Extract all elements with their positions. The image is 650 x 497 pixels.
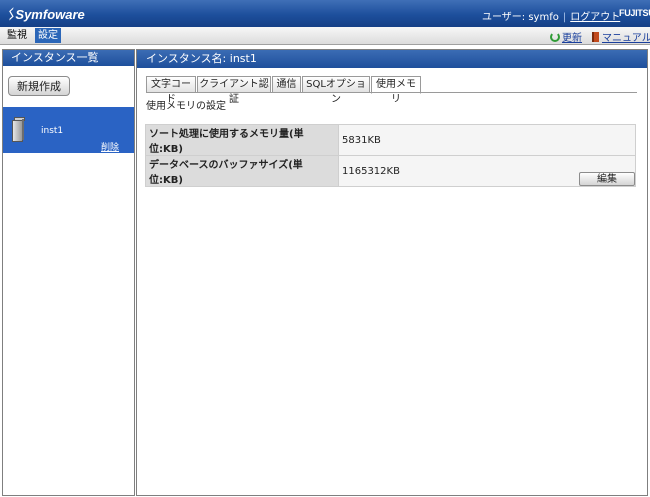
tab-communication[interactable]: 通信 — [272, 76, 301, 93]
menu-settings[interactable]: 設定 — [35, 28, 61, 43]
menu-monitor[interactable]: 監視 — [4, 28, 30, 43]
delete-instance-link[interactable]: 削除 — [101, 140, 119, 153]
refresh-icon — [550, 32, 560, 42]
logout-link[interactable]: ログアウト — [570, 12, 620, 23]
sort-memory-value: 5831KB — [338, 124, 636, 156]
instance-list-title: インスタンス一覧 — [3, 50, 134, 66]
section-title: 使用メモリの設定 — [146, 101, 226, 112]
table-row: データベースのバッファサイズ(単位:KB) 1165312KB — [145, 155, 636, 187]
memory-settings-table: ソート処理に使用するメモリ量(単位:KB) 5831KB データベースのバッファ… — [145, 124, 636, 187]
new-instance-button[interactable]: 新規作成 — [8, 76, 70, 96]
table-row: ソート処理に使用するメモリ量(単位:KB) 5831KB — [145, 124, 636, 156]
fujitsu-logo: FUJITSU — [619, 8, 650, 18]
tab-divider — [146, 92, 637, 93]
manual-link[interactable]: マニュアル — [592, 29, 650, 44]
tab-client-auth[interactable]: クライアント認証 — [197, 76, 271, 105]
menu-bar: 監視 設定 更新 マニュアル — [0, 27, 650, 45]
edit-button[interactable]: 編集 — [579, 172, 635, 186]
separator: | — [562, 12, 567, 23]
sort-memory-label: ソート処理に使用するメモリ量(単位:KB) — [145, 124, 339, 156]
instance-detail-panel: インスタンス名: inst1 文字コード クライアント認証 通信 SQLオプショ… — [136, 49, 648, 496]
app-logo: ᛊSymfoware — [6, 6, 85, 22]
symfoware-logo-icon: ᛊ — [6, 6, 15, 22]
book-icon — [592, 32, 599, 42]
tab-charset[interactable]: 文字コード — [146, 76, 196, 105]
server-icon — [12, 117, 25, 142]
user-label: ユーザー: symfo — [482, 12, 559, 23]
instance-name[interactable]: inst1 — [41, 126, 63, 136]
tab-sql-options[interactable]: SQLオプション — [302, 76, 370, 105]
instance-list-panel: インスタンス一覧 新規作成 inst1 削除 — [2, 49, 135, 496]
instance-item-inst1[interactable]: inst1 削除 — [3, 107, 134, 153]
buffer-size-label: データベースのバッファサイズ(単位:KB) — [145, 155, 339, 187]
refresh-link[interactable]: 更新 — [550, 29, 582, 44]
top-header: ᛊSymfoware ユーザー: symfo|ログアウト FUJITSU — [0, 0, 650, 27]
instance-title: インスタンス名: inst1 — [137, 50, 647, 68]
user-area: ユーザー: symfo | ログアウト — [482, 8, 620, 23]
